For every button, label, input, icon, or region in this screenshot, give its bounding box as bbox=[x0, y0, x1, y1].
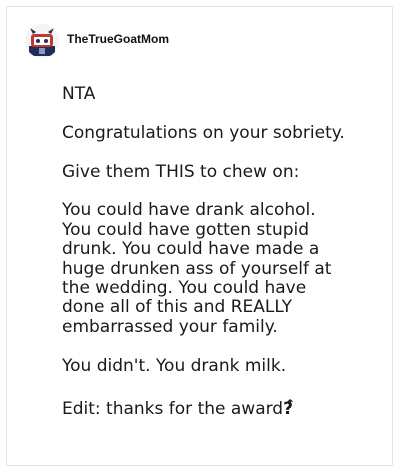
comment-edit-line: Edit: thanks for the award?↑ bbox=[62, 395, 387, 419]
comment-header: TheTrueGoatMom bbox=[25, 21, 169, 61]
comment-paragraph: You didn't. You drank milk. bbox=[62, 355, 287, 376]
comment-paragraph: Congratulations on your sobriety. bbox=[62, 122, 345, 143]
comment-paragraph: You could have drank alcohol. You could … bbox=[62, 200, 332, 337]
comment-paragraph: NTA bbox=[62, 84, 96, 104]
username[interactable]: TheTrueGoatMom bbox=[67, 32, 169, 46]
edit-text: Edit: thanks for the award bbox=[62, 399, 284, 420]
comment-body: NTA Congratulations on your sobriety. Gi… bbox=[62, 84, 387, 420]
goat-avatar-icon bbox=[25, 24, 59, 58]
edit-suffix: ?↑ bbox=[283, 397, 296, 419]
up-arrow-icon: ↑ bbox=[284, 397, 296, 412]
comment-card: TheTrueGoatMom NTA Congratulations on yo… bbox=[6, 6, 393, 466]
avatar[interactable] bbox=[25, 24, 59, 58]
comment-paragraph: Give them THIS to chew on: bbox=[62, 161, 300, 182]
